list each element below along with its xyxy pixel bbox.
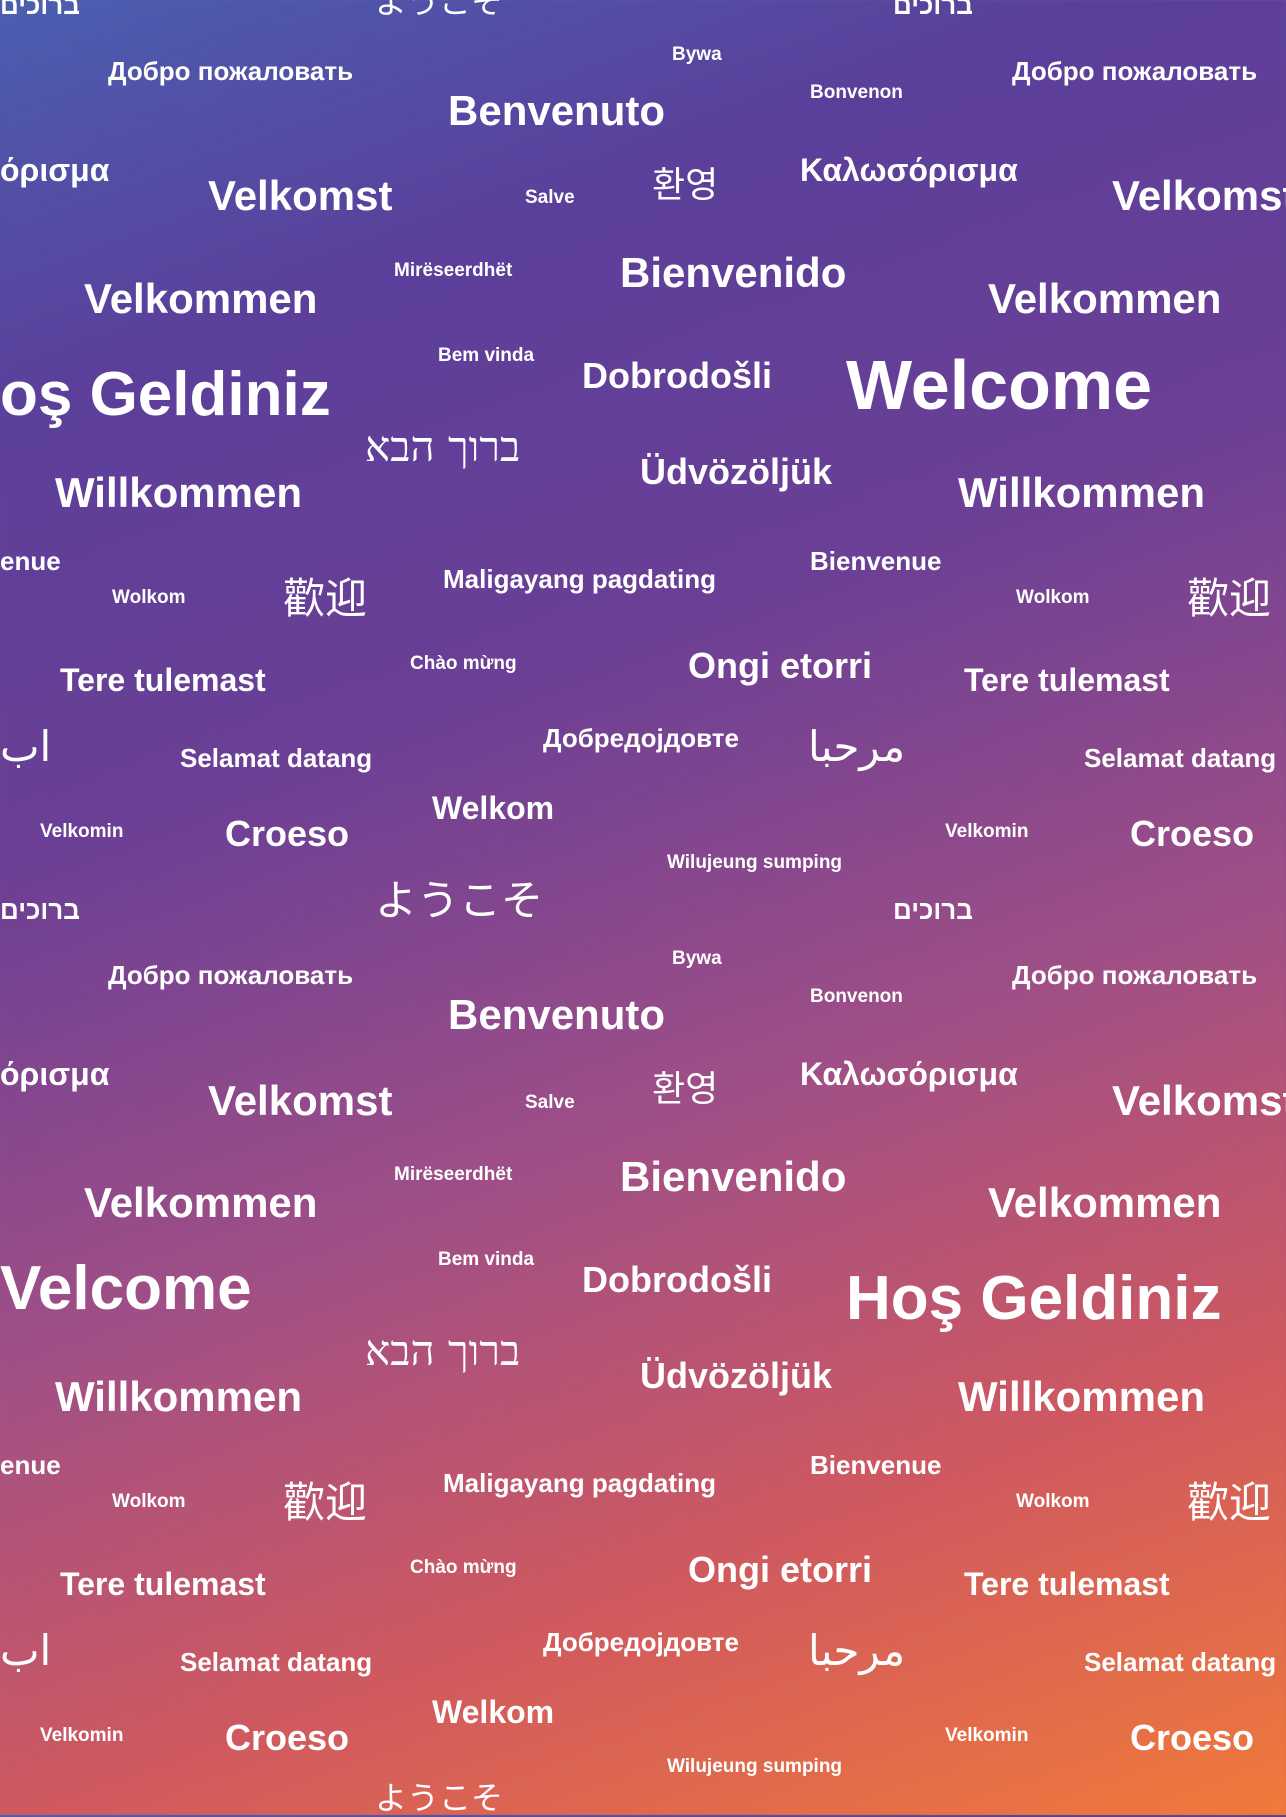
word-tere: Tere tulemast <box>964 662 1170 698</box>
word-selamat: Selamat datang <box>1084 1647 1277 1677</box>
word-bonvenon: Bonvenon <box>810 986 903 1007</box>
word-mireseerdhet: Mirësеerdhët <box>394 260 513 281</box>
word-chao: Chào mừng <box>410 1557 517 1578</box>
word-bienvenido: Bienvenido <box>620 1153 847 1200</box>
word-velkomin: Velkomin <box>40 1725 124 1746</box>
word-velkommen: Velkommen <box>988 1179 1222 1226</box>
word-hos-geldiniz: Hoş Geldiniz <box>846 1264 1222 1333</box>
word-velkomst: Velkomst <box>208 1077 393 1124</box>
word-russian: Добро пожаловать <box>1012 960 1258 990</box>
word-willkommen: Willkommen <box>958 469 1205 516</box>
word-tere: Tere tulemast <box>60 662 266 698</box>
word-wolkom: Wolkom <box>1016 1491 1090 1512</box>
word-bienvenue: Bienvenue <box>810 546 942 576</box>
word-chinese: 歡迎 <box>283 574 368 623</box>
word-greek: Καλωσόρισμα <box>800 1056 1018 1092</box>
word-croeso: Croeso <box>1130 813 1255 854</box>
word-bienvenido: Bienvenido <box>620 249 847 296</box>
word-greek: όρισμα <box>0 1056 110 1092</box>
word-wolkom: Wolkom <box>112 587 186 608</box>
word-selamat: Selamat datang <box>1084 743 1277 773</box>
word-wolkom: Wolkom <box>112 1491 186 1512</box>
word-selamat: Selamat datang <box>180 743 373 773</box>
word-chinese: 歡迎 <box>283 1478 368 1527</box>
word-welkom: Welkom <box>432 1694 555 1730</box>
word-croeso: Croeso <box>225 813 350 854</box>
word-chinese: 歡迎 <box>1187 1478 1272 1527</box>
word-bienvenue: Bienvenue <box>810 1450 942 1480</box>
word-velkomst: Velkomst <box>208 172 393 219</box>
word-welcome: Velcome <box>0 1254 252 1323</box>
word-willkommen: Willkommen <box>958 1373 1205 1420</box>
word-bonvenon: Bonvenon <box>810 82 903 103</box>
word-salve: Salve <box>525 187 575 208</box>
word-velkommen: Velkommen <box>988 275 1222 322</box>
word-chao: Chào mừng <box>410 653 517 674</box>
word-bienvenue: enue <box>0 546 61 576</box>
word-welcome: Welcome <box>846 346 1153 424</box>
word-ivrit: ברוכים <box>0 0 80 20</box>
word-willkommen: Willkommen <box>55 469 302 516</box>
word-japanese: ようこそ <box>375 876 544 925</box>
word-bienvenue: enue <box>0 1450 61 1480</box>
word-bem-vinda: Bem vinda <box>438 345 535 366</box>
word-russian: Добро пожаловать <box>1012 56 1258 86</box>
word-velkomin: Velkomin <box>40 821 124 842</box>
word-udvozoljuk: Üdvözöljük <box>640 451 833 492</box>
word-benvenuto: Benvenuto <box>448 991 666 1038</box>
word-velkomst: Velkomst <box>1112 1077 1286 1124</box>
word-velkomin: Velkomin <box>945 1725 1029 1746</box>
word-benvenuto: Benvenuto <box>448 87 666 134</box>
word-arabic: اب <box>0 1626 52 1675</box>
word-hos-geldiniz: oş Geldiniz <box>0 360 331 429</box>
word-willkommen: Willkommen <box>55 1373 302 1420</box>
word-mireseerdhet: Mirësеerdhët <box>394 1164 513 1185</box>
word-korean: 환영 <box>652 165 719 206</box>
word-japanese: ようこそ <box>375 0 504 21</box>
word-udvozoljuk: Üdvözöljük <box>640 1355 833 1396</box>
word-wilujeung: Wilujeung sumping <box>667 1756 843 1777</box>
word-velkommen: Velkommen <box>84 275 318 322</box>
word-greek: Καλωσόρισμα <box>800 152 1018 188</box>
word-japanese: ようこそ <box>375 1779 504 1817</box>
word-bem-vinda: Bem vinda <box>438 1249 535 1270</box>
word-wilujeung: Wilujeung sumping <box>667 852 843 873</box>
word-russian: Добро пожаловать <box>108 960 354 990</box>
word-maligayang: Maligayang pagdating <box>443 1468 717 1498</box>
word-velkomst: Velkomst <box>1112 172 1286 219</box>
word-arabic: اب <box>0 722 52 771</box>
word-tere: Tere tulemast <box>60 1566 266 1602</box>
word-dobrodosli: Dobrodošli <box>582 355 772 396</box>
word-tere: Tere tulemast <box>964 1566 1170 1602</box>
word-ivrit: ברוכים <box>893 0 973 20</box>
word-ongi: Ongi etorri <box>688 645 873 686</box>
word-macedonian: Добредојдовте <box>543 723 739 753</box>
word-chinese: 歡迎 <box>1187 574 1272 623</box>
word-bywa: Bywa <box>672 44 722 65</box>
word-arabic: مرحبا <box>808 1626 906 1675</box>
word-korean: 환영 <box>652 1069 719 1110</box>
word-hebrew: ברוך הבא <box>365 1326 521 1375</box>
word-welkom: Welkom <box>432 790 555 826</box>
word-croeso: Croeso <box>1130 1717 1255 1758</box>
word-arabic: مرحبا <box>808 722 906 771</box>
word-maligayang: Maligayang pagdating <box>443 564 717 594</box>
word-bywa: Bywa <box>672 948 722 969</box>
word-greek: όρισμα <box>0 152 110 188</box>
word-macedonian: Добредојдовте <box>543 1627 739 1657</box>
word-dobrodosli: Dobrodošli <box>582 1259 772 1300</box>
word-ivrit: ברוכים <box>0 895 80 925</box>
word-salve: Salve <box>525 1092 575 1113</box>
word-ongi: Ongi etorri <box>688 1549 873 1590</box>
word-croeso: Croeso <box>225 1717 350 1758</box>
word-russian: Добро пожаловать <box>108 56 354 86</box>
word-wolkom: Wolkom <box>1016 587 1090 608</box>
word-velkomin: Velkomin <box>945 821 1029 842</box>
word-hebrew: ברוך הבא <box>365 422 521 471</box>
word-ivrit: ברוכים <box>893 895 973 925</box>
word-selamat: Selamat datang <box>180 1647 373 1677</box>
word-velkommen: Velkommen <box>84 1179 318 1226</box>
